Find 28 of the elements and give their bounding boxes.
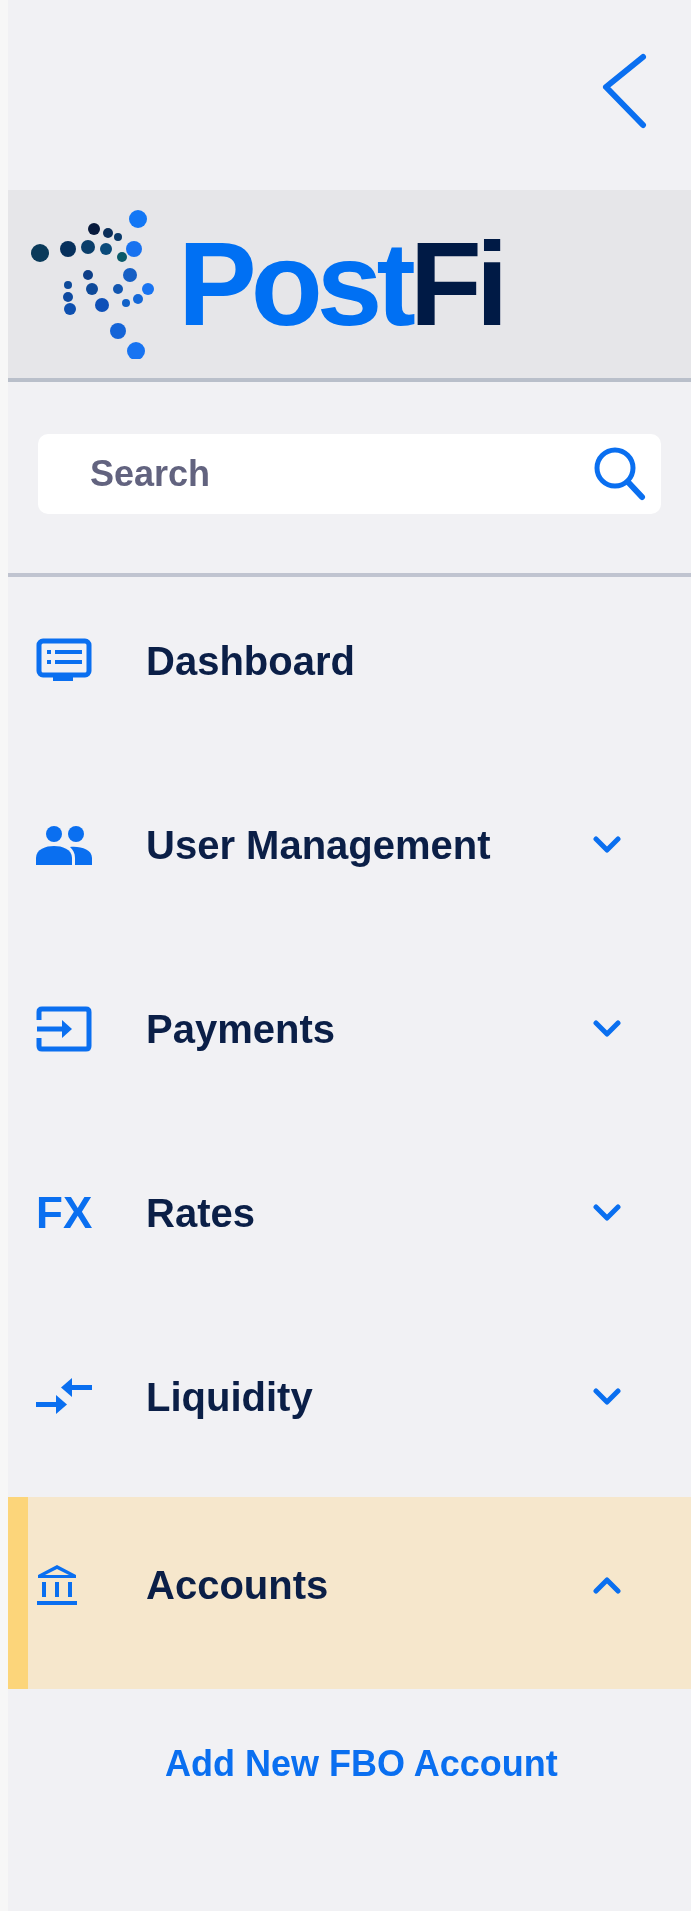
menu-label: Rates — [146, 1190, 256, 1237]
menu-label: Payments — [146, 1006, 336, 1053]
search-icon[interactable] — [593, 445, 647, 502]
menu-item[interactable]: FX Rates — [8, 1129, 691, 1313]
chevron-up-icon[interactable] — [593, 1576, 621, 1594]
monitor-icon — [36, 638, 92, 684]
menu-label: Accounts — [146, 1562, 330, 1609]
users-icon — [36, 825, 92, 865]
collapse-chevron-icon[interactable] — [601, 53, 647, 129]
arrows-inward-icon — [36, 1377, 92, 1417]
menu-item[interactable]: User Management — [8, 761, 691, 945]
menu-item[interactable]: Dashboard — [8, 577, 691, 761]
menu-label: User Management — [146, 822, 492, 869]
search-field[interactable]: Search — [38, 433, 661, 514]
chevron-down-icon[interactable] — [593, 1020, 621, 1038]
chevron-down-icon[interactable] — [593, 1388, 621, 1406]
fx-icon: FX — [36, 1191, 93, 1235]
arrow-into-box-icon — [36, 1006, 92, 1052]
chevron-down-icon[interactable] — [593, 836, 621, 854]
menu-label: Liquidity — [146, 1374, 314, 1421]
bank-icon — [36, 1563, 78, 1607]
menu-label: Dashboard — [146, 638, 356, 685]
menu-item[interactable]: Accounts — [8, 1497, 691, 1689]
submenu-link[interactable]: Add New FBO Account — [165, 1737, 558, 1791]
menu-item[interactable]: Liquidity — [8, 1313, 691, 1497]
logo-wordmark: PostFi — [178, 225, 503, 343]
menu-item[interactable]: Payments — [8, 945, 691, 1129]
chevron-down-icon[interactable] — [593, 1204, 621, 1222]
